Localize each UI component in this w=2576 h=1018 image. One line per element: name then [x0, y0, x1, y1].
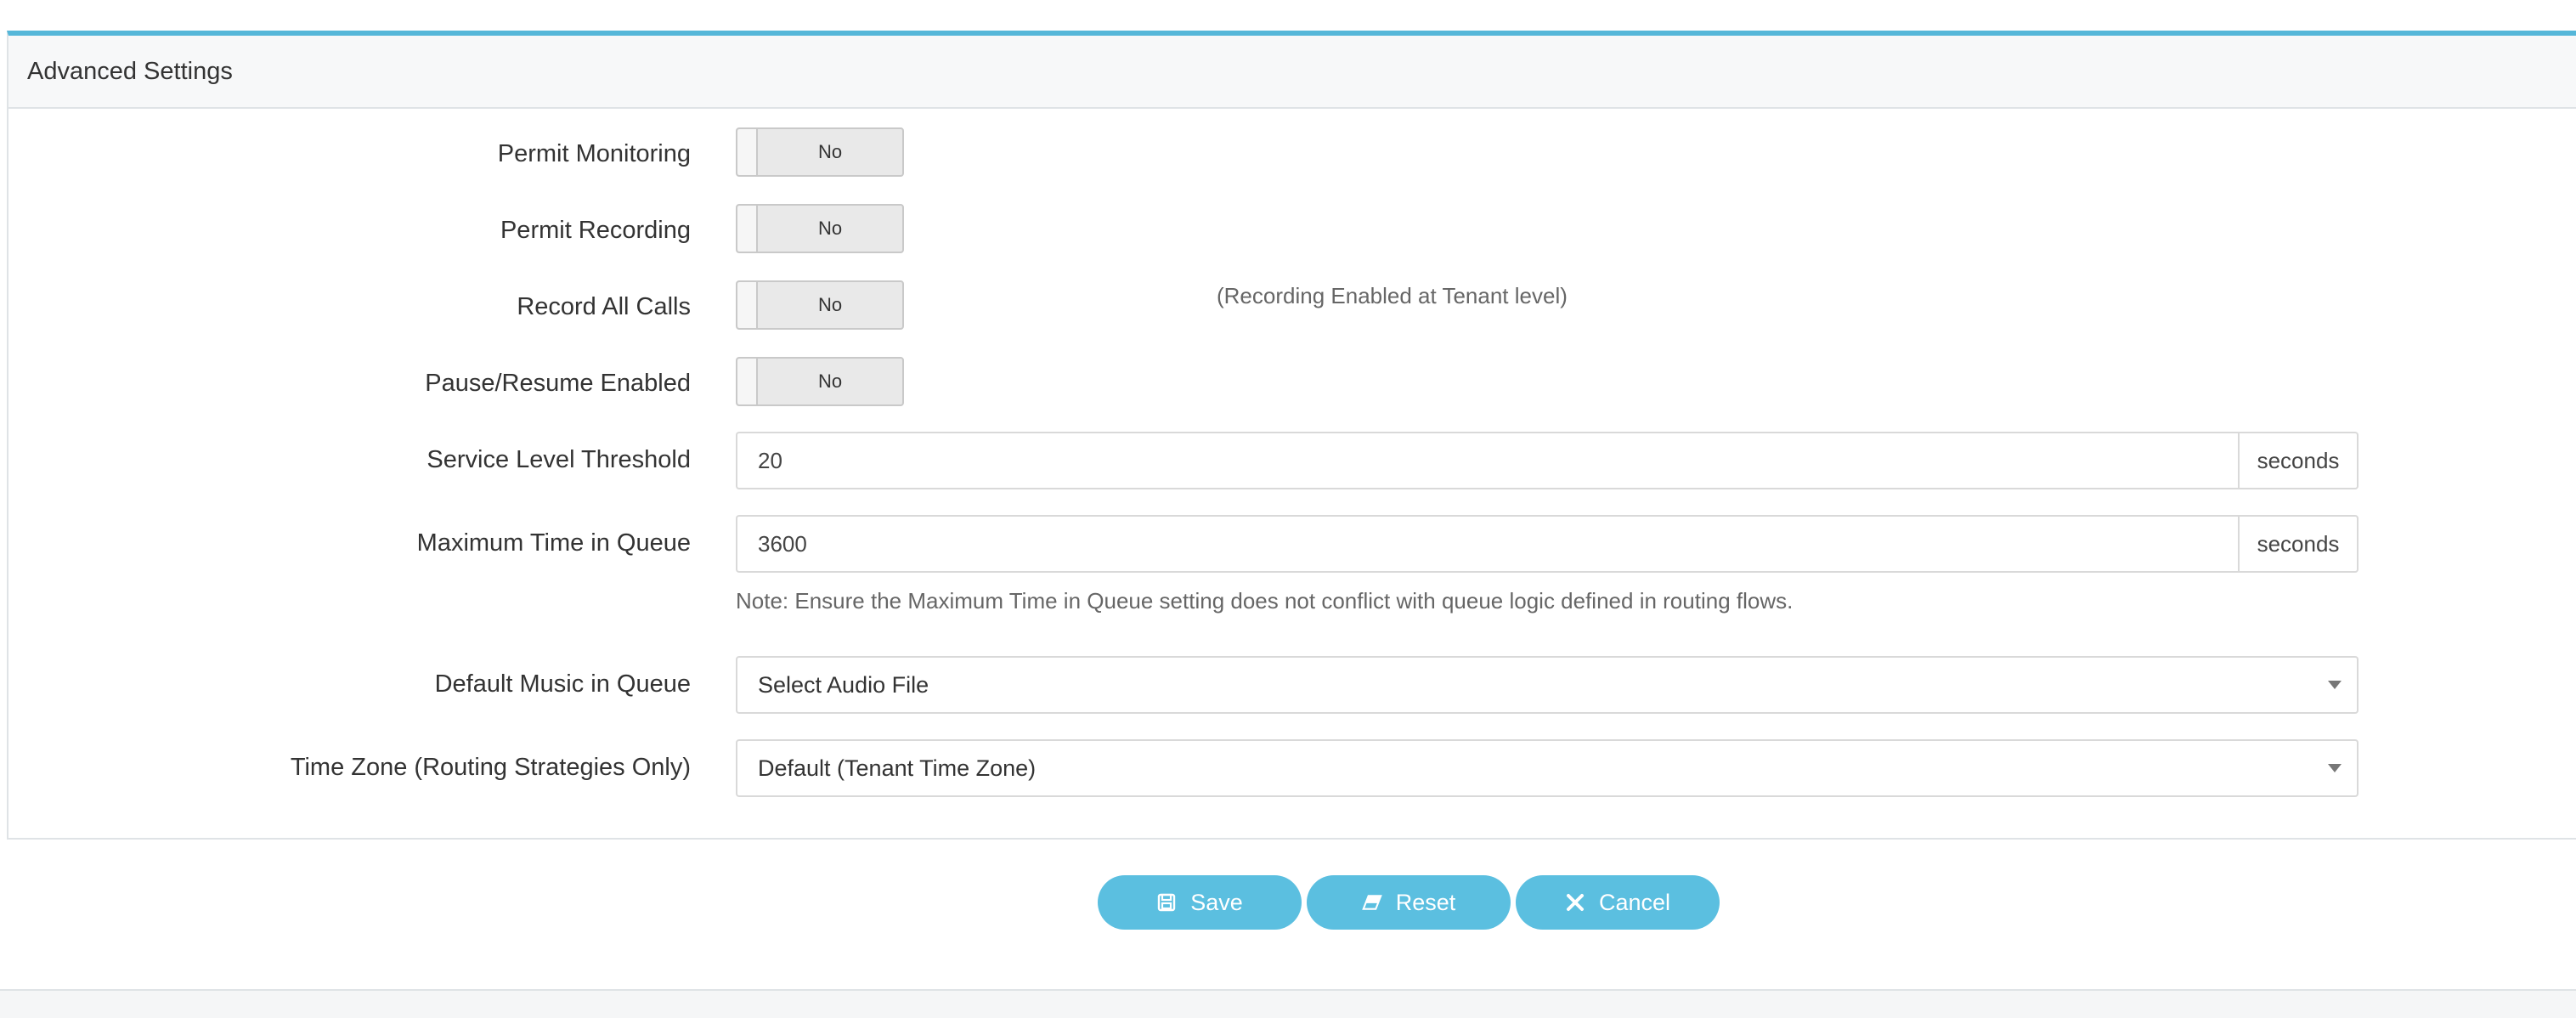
max-time-in-queue-group: seconds — [736, 515, 2359, 573]
save-icon — [1156, 892, 1177, 913]
pause-resume-toggle[interactable]: No — [736, 357, 904, 406]
save-label: Save — [1190, 889, 1243, 915]
permit-recording-toggle[interactable]: No — [736, 204, 904, 253]
time-zone-label: Time Zone (Routing Strategies Only) — [290, 754, 691, 781]
toggle-state: No — [817, 218, 843, 239]
cancel-button[interactable]: Cancel — [1516, 875, 1720, 930]
toggle-state: No — [817, 370, 843, 392]
close-icon — [1565, 892, 1585, 913]
save-button[interactable]: Save — [1098, 875, 1302, 930]
record-all-calls-label: Record All Calls — [517, 293, 691, 320]
permit-monitoring-toggle[interactable]: No — [736, 127, 904, 177]
cancel-label: Cancel — [1598, 889, 1671, 915]
permit-recording-label: Permit Recording — [500, 217, 691, 244]
toggle-state: No — [817, 294, 843, 315]
reset-label: Reset — [1395, 889, 1456, 915]
permit-monitoring-label: Permit Monitoring — [497, 140, 691, 167]
default-music-select[interactable]: Select Audio File — [736, 656, 2359, 714]
max-time-in-queue-note: Note: Ensure the Maximum Time in Queue s… — [736, 588, 1794, 614]
max-time-in-queue-input[interactable] — [736, 515, 2238, 573]
seconds-addon: seconds — [2238, 432, 2359, 489]
toggle-knob — [737, 206, 758, 252]
reset-button[interactable]: Reset — [1307, 875, 1511, 930]
chevron-down-icon — [2328, 681, 2342, 689]
panel-title: Advanced Settings — [8, 36, 2576, 109]
chevron-down-icon — [2328, 764, 2342, 772]
footer-bar — [0, 989, 2576, 1018]
eraser-icon — [1361, 892, 1382, 913]
toggle-knob — [737, 282, 758, 328]
service-level-threshold-label: Service Level Threshold — [427, 446, 691, 473]
time-zone-select[interactable]: Default (Tenant Time Zone) — [736, 739, 2359, 797]
service-level-threshold-group: seconds — [736, 432, 2359, 489]
toggle-knob — [737, 359, 758, 404]
toggle-state: No — [817, 141, 843, 162]
selected-value: Select Audio File — [758, 672, 929, 698]
default-music-label: Default Music in Queue — [434, 670, 691, 698]
recording-tenant-note: (Recording Enabled at Tenant level) — [1217, 283, 1568, 308]
max-time-in-queue-label: Maximum Time in Queue — [416, 529, 691, 557]
toggle-knob — [737, 129, 758, 175]
record-all-calls-toggle[interactable]: No — [736, 280, 904, 330]
pause-resume-label: Pause/Resume Enabled — [425, 370, 691, 397]
selected-value: Default (Tenant Time Zone) — [758, 755, 1037, 781]
service-level-threshold-input[interactable] — [736, 432, 2238, 489]
seconds-addon: seconds — [2238, 515, 2359, 573]
